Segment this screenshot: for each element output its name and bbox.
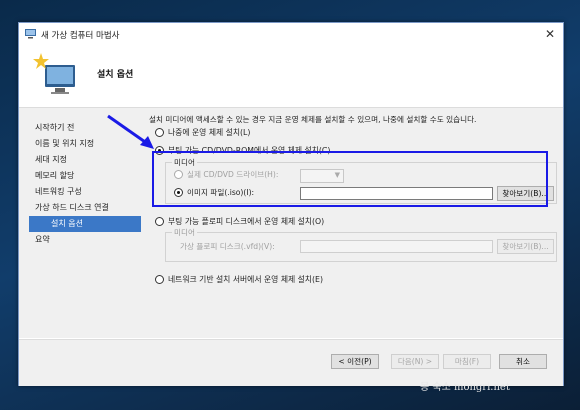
radio-button[interactable] <box>155 217 164 226</box>
option-install-network[interactable]: 네트워크 기반 설치 서버에서 운영 체제 설치(E) <box>155 274 323 286</box>
title-bar: 새 가상 컴퓨터 마법사 ✕ <box>19 23 563 45</box>
next-button[interactable]: 다음(N) > <box>391 354 439 369</box>
annotation-highlight-box <box>152 151 548 207</box>
virtual-floppy-label: 가상 플로피 디스크(.vfd)(V): <box>180 242 275 251</box>
finish-button[interactable]: 마침(F) <box>443 354 491 369</box>
step-item[interactable]: 세대 지정 <box>29 152 141 168</box>
description-text: 설치 미디어에 액세스할 수 있는 경우 지금 운영 체제를 설치할 수 있으며… <box>149 115 477 124</box>
step-item[interactable]: 네트워킹 구성 <box>29 184 141 200</box>
option-label: 나중에 운영 체제 설치(L) <box>168 128 251 137</box>
option-install-later[interactable]: 나중에 운영 체제 설치(L) <box>155 127 250 139</box>
step-item[interactable]: 요약 <box>29 232 141 248</box>
window-title: 새 가상 컴퓨터 마법사 <box>41 31 120 41</box>
page-title: 설치 옵션 <box>97 70 134 80</box>
annotation-arrow-icon <box>107 114 154 149</box>
watermark-text: 몽 숙소 mongri.net <box>420 382 510 393</box>
wizard-body: 시작하기 전 이름 및 위치 지정 세대 지정 메모리 할당 네트워킹 구성 가… <box>19 108 563 338</box>
floppy-media-group: 미디어 가상 플로피 디스크(.vfd)(V): 찾아보기(B)... <box>165 227 557 262</box>
close-icon[interactable]: ✕ <box>543 27 557 41</box>
previous-button[interactable]: < 이전(P) <box>331 354 379 369</box>
option-label: 네트워크 기반 설치 서버에서 운영 체제 설치(E) <box>168 275 323 284</box>
installation-options-panel: 설치 미디어에 액세스할 수 있는 경우 지금 운영 체제를 설치할 수 있으며… <box>149 108 559 338</box>
group-legend: 미디어 <box>172 227 197 238</box>
cancel-button[interactable]: 취소 <box>499 354 547 369</box>
step-item[interactable]: 가상 하드 디스크 연결 <box>29 200 141 216</box>
virtual-floppy-path-input[interactable] <box>300 240 493 253</box>
step-item-active[interactable]: 설치 옵션 <box>29 216 141 232</box>
radio-button[interactable] <box>155 275 164 284</box>
hyperv-app-icon <box>25 29 36 39</box>
step-item[interactable]: 메모리 할당 <box>29 168 141 184</box>
browse-floppy-button[interactable]: 찾아보기(B)... <box>497 239 554 254</box>
new-vm-wizard-icon <box>33 53 75 94</box>
wizard-header: 설치 옵션 <box>19 45 563 108</box>
option-label: 부팅 가능 플로피 디스크에서 운영 체제 설치(O) <box>168 217 325 226</box>
